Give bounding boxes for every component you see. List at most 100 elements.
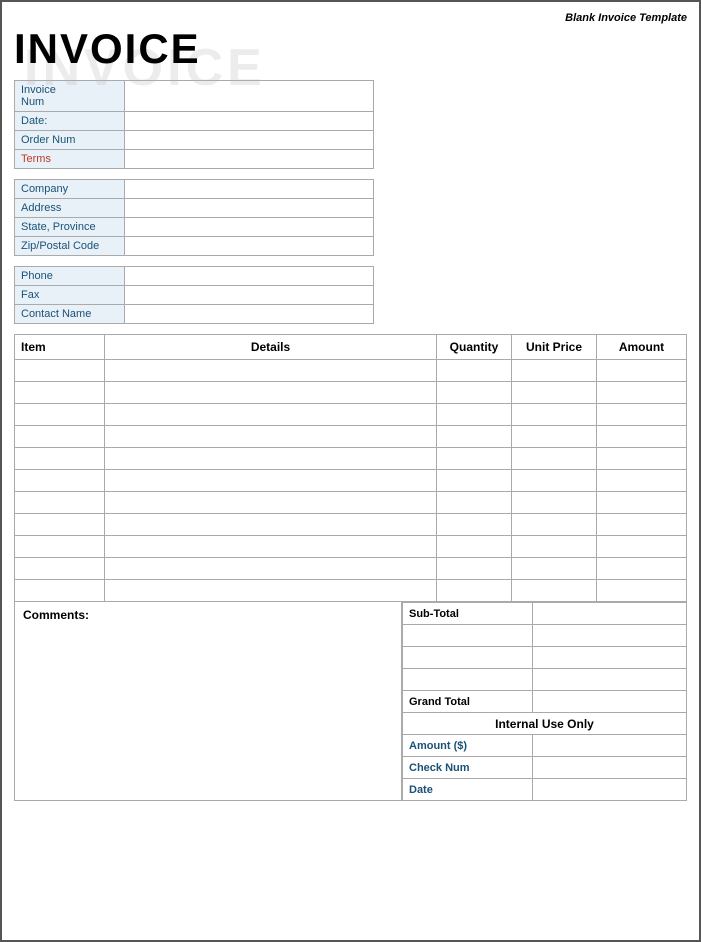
row-0-amount[interactable]: [597, 360, 687, 382]
state-value[interactable]: [125, 218, 373, 236]
row-10-item[interactable]: [15, 580, 105, 602]
row-5-amount[interactable]: [597, 470, 687, 492]
terms-value[interactable]: [125, 150, 373, 168]
zip-value[interactable]: [125, 237, 373, 255]
row-9-quantity[interactable]: [437, 558, 512, 580]
subtotal-row: Sub-Total: [403, 603, 687, 625]
company-value[interactable]: [125, 180, 373, 198]
row-6-details[interactable]: [105, 492, 437, 514]
extra-value-1[interactable]: [532, 625, 686, 647]
row-8-item[interactable]: [15, 536, 105, 558]
zip-row: Zip/Postal Code: [15, 237, 373, 255]
fax-value[interactable]: [125, 286, 373, 304]
row-5-unit_price[interactable]: [512, 470, 597, 492]
row-6-unit_price[interactable]: [512, 492, 597, 514]
row-1-item[interactable]: [15, 382, 105, 404]
template-title: Blank Invoice Template: [14, 12, 687, 24]
row-10-details[interactable]: [105, 580, 437, 602]
check-num-value[interactable]: [532, 757, 686, 779]
row-4-details[interactable]: [105, 448, 437, 470]
row-8-unit_price[interactable]: [512, 536, 597, 558]
invoice-num-value[interactable]: [125, 81, 373, 111]
col-header-amount: Amount: [597, 335, 687, 360]
row-6-quantity[interactable]: [437, 492, 512, 514]
order-num-value[interactable]: [125, 131, 373, 149]
row-8-quantity[interactable]: [437, 536, 512, 558]
row-5-item[interactable]: [15, 470, 105, 492]
row-10-unit_price[interactable]: [512, 580, 597, 602]
row-4-quantity[interactable]: [437, 448, 512, 470]
table-row: [15, 580, 687, 602]
invoice-num-row: InvoiceNum: [15, 81, 373, 112]
comments-area[interactable]: Comments:: [14, 602, 402, 801]
row-1-amount[interactable]: [597, 382, 687, 404]
row-1-unit_price[interactable]: [512, 382, 597, 404]
row-10-amount[interactable]: [597, 580, 687, 602]
row-9-details[interactable]: [105, 558, 437, 580]
row-0-quantity[interactable]: [437, 360, 512, 382]
row-3-amount[interactable]: [597, 426, 687, 448]
row-4-amount[interactable]: [597, 448, 687, 470]
internal-date-row: Date: [403, 779, 687, 801]
subtotal-value[interactable]: [532, 603, 686, 625]
internal-use-label: Internal Use Only: [403, 713, 687, 735]
address-value[interactable]: [125, 199, 373, 217]
fax-label: Fax: [15, 286, 125, 304]
col-header-details: Details: [105, 335, 437, 360]
totals-area: Sub-Total Grand Total: [402, 602, 687, 801]
row-5-details[interactable]: [105, 470, 437, 492]
row-0-details[interactable]: [105, 360, 437, 382]
amount-label: Amount ($): [403, 735, 533, 757]
extra-value-2[interactable]: [532, 647, 686, 669]
info-block-address: Company Address State, Province Zip/Post…: [14, 179, 374, 256]
amount-value[interactable]: [532, 735, 686, 757]
internal-date-label: Date: [403, 779, 533, 801]
invoice-header: INVOICE INVOICE: [14, 28, 687, 70]
phone-value[interactable]: [125, 267, 373, 285]
row-4-unit_price[interactable]: [512, 448, 597, 470]
row-8-details[interactable]: [105, 536, 437, 558]
contact-value[interactable]: [125, 305, 373, 323]
row-0-unit_price[interactable]: [512, 360, 597, 382]
row-8-amount[interactable]: [597, 536, 687, 558]
grand-total-value[interactable]: [532, 691, 686, 713]
check-num-label: Check Num: [403, 757, 533, 779]
order-num-row: Order Num: [15, 131, 373, 150]
row-9-item[interactable]: [15, 558, 105, 580]
row-9-amount[interactable]: [597, 558, 687, 580]
row-1-quantity[interactable]: [437, 382, 512, 404]
row-7-unit_price[interactable]: [512, 514, 597, 536]
row-3-quantity[interactable]: [437, 426, 512, 448]
row-3-details[interactable]: [105, 426, 437, 448]
row-2-unit_price[interactable]: [512, 404, 597, 426]
row-1-details[interactable]: [105, 382, 437, 404]
fax-row: Fax: [15, 286, 373, 305]
terms-row: Terms: [15, 150, 373, 168]
internal-date-value[interactable]: [532, 779, 686, 801]
col-header-item: Item: [15, 335, 105, 360]
date-value[interactable]: [125, 112, 373, 130]
table-row: [15, 492, 687, 514]
info-block-contact: Phone Fax Contact Name: [14, 266, 374, 324]
row-2-item[interactable]: [15, 404, 105, 426]
row-0-item[interactable]: [15, 360, 105, 382]
state-row: State, Province: [15, 218, 373, 237]
contact-label: Contact Name: [15, 305, 125, 323]
row-9-unit_price[interactable]: [512, 558, 597, 580]
row-4-item[interactable]: [15, 448, 105, 470]
row-10-quantity[interactable]: [437, 580, 512, 602]
row-7-details[interactable]: [105, 514, 437, 536]
row-7-amount[interactable]: [597, 514, 687, 536]
row-2-quantity[interactable]: [437, 404, 512, 426]
row-6-amount[interactable]: [597, 492, 687, 514]
phone-label: Phone: [15, 267, 125, 285]
row-3-item[interactable]: [15, 426, 105, 448]
row-7-quantity[interactable]: [437, 514, 512, 536]
row-5-quantity[interactable]: [437, 470, 512, 492]
row-2-details[interactable]: [105, 404, 437, 426]
row-6-item[interactable]: [15, 492, 105, 514]
row-2-amount[interactable]: [597, 404, 687, 426]
extra-value-3[interactable]: [532, 669, 686, 691]
row-3-unit_price[interactable]: [512, 426, 597, 448]
row-7-item[interactable]: [15, 514, 105, 536]
